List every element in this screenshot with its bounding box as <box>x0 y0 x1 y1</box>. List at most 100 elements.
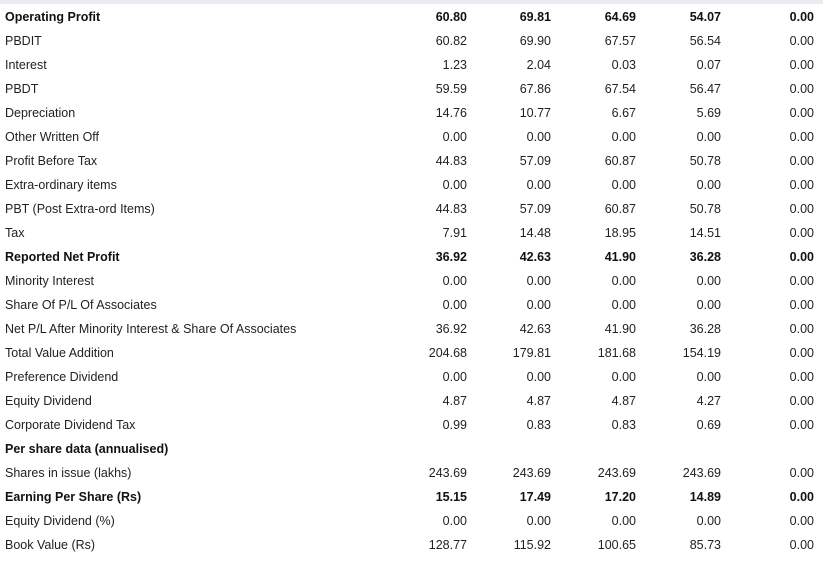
value-cell-4: 0.00 <box>696 130 721 144</box>
value-cell-2: 57.09 <box>519 202 551 216</box>
value-cell-3: 60.87 <box>604 154 636 168</box>
value-cell-5: 0.00 <box>789 178 814 192</box>
value-cell-1: 0.00 <box>442 274 467 288</box>
value-cell-2: 243.69 <box>512 466 551 480</box>
value-cell-2: 57.09 <box>519 154 551 168</box>
value-cell-2: 115.92 <box>513 538 551 552</box>
value-cell-4: 0.00 <box>696 514 721 528</box>
value-cell-3: 0.00 <box>611 130 636 144</box>
value-cell-1: 0.00 <box>442 370 467 384</box>
value-cell-2: 0.00 <box>526 370 551 384</box>
value-cell-5: 0.00 <box>789 202 814 216</box>
value-cell-5: 0.00 <box>789 418 814 432</box>
row-label: Book Value (Rs) <box>5 538 96 552</box>
value-cell-5 <box>721 437 814 461</box>
value-cell-4: 154.19 <box>682 346 721 360</box>
value-cell-2: 67.86 <box>519 82 551 96</box>
table-row: Preference Dividend 0.00 0.00 0.00 0.00 0.00 <box>0 365 814 389</box>
value-cell-4: 56.54 <box>689 34 721 48</box>
table-row: Total Value Addition 204.68 179.81 181.68 15… <box>0 341 814 365</box>
table-row: Minority Interest 0.00 0.00 0.00 0.00 0.00 <box>0 269 814 293</box>
table-row: Reported Net Profit 36.92 42.63 41.90 36.28 0… <box>0 245 814 269</box>
value-cell-3 <box>551 437 636 461</box>
value-cell-5: 0.00 <box>789 298 814 312</box>
value-cell-2: 42.63 <box>519 322 551 336</box>
value-cell-3: 0.83 <box>611 418 636 432</box>
value-cell-4: 0.00 <box>696 370 721 384</box>
top-divider-bar <box>0 0 823 4</box>
value-cell-1 <box>385 437 467 461</box>
table-row: Tax 7.91 14.48 18.95 14.51 0.00 <box>0 221 814 245</box>
value-cell-5: 0.00 <box>789 34 814 48</box>
value-cell-5: 0.00 <box>789 514 814 528</box>
value-cell-3: 41.90 <box>604 322 636 336</box>
table-body: Operating Profit 60.80 69.81 64.69 54.07 0.00… <box>0 5 814 557</box>
value-cell-5: 0.00 <box>789 274 814 288</box>
value-cell-1: 0.00 <box>442 178 467 192</box>
value-cell-4: 0.00 <box>696 298 721 312</box>
value-cell-3: 67.57 <box>604 34 636 48</box>
value-cell-5: 0.00 <box>789 466 814 480</box>
value-cell-3: 60.87 <box>604 202 636 216</box>
value-cell-4: 36.28 <box>689 250 721 264</box>
value-cell-4: 4.27 <box>696 394 721 408</box>
value-cell-4: 56.47 <box>689 82 721 96</box>
table-row: Book Value (Rs) 128.77 115.92 100.65 85.73 0.… <box>0 533 814 557</box>
value-cell-4: 36.28 <box>689 322 721 336</box>
row-label: Profit Before Tax <box>5 154 98 168</box>
value-cell-4: 14.89 <box>689 490 721 504</box>
table-row: Interest 1.23 2.04 0.03 0.07 0.00 <box>0 53 814 77</box>
value-cell-2: 179.81 <box>512 346 551 360</box>
value-cell-1: 0.00 <box>442 514 467 528</box>
value-cell-1: 60.80 <box>435 10 467 24</box>
value-cell-4: 85.73 <box>689 538 721 552</box>
table-row: PBT (Post Extra-ord Items) 44.83 57.09 60.8… <box>0 197 814 221</box>
row-label: Equity Dividend <box>5 394 92 408</box>
value-cell-2: 10.77 <box>519 106 551 120</box>
value-cell-5: 0.00 <box>789 370 814 384</box>
value-cell-5: 0.00 <box>789 226 814 240</box>
row-label: PBDT <box>5 82 39 96</box>
value-cell-3: 41.90 <box>604 250 636 264</box>
value-cell-1: 44.83 <box>435 154 467 168</box>
value-cell-3: 0.00 <box>611 514 636 528</box>
row-label: Interest <box>5 58 47 72</box>
row-label: Net P/L After Minority Interest & Share … <box>5 322 297 336</box>
value-cell-1: 0.00 <box>442 130 467 144</box>
value-cell-4: 0.07 <box>696 58 721 72</box>
value-cell-5: 0.00 <box>789 106 814 120</box>
value-cell-5: 0.00 <box>789 82 814 96</box>
value-cell-4: 243.69 <box>682 466 721 480</box>
row-label: Preference Dividend <box>5 370 119 384</box>
value-cell-1: 1.23 <box>442 58 467 72</box>
table-row: PBDT 59.59 67.86 67.54 56.47 0.00 <box>0 77 814 101</box>
value-cell-3: 0.00 <box>611 178 636 192</box>
value-cell-3: 18.95 <box>604 226 636 240</box>
value-cell-5: 0.00 <box>789 346 814 360</box>
value-cell-2 <box>467 437 551 461</box>
table-row: Shares in issue (lakhs) 243.69 243.69 243.6… <box>0 461 814 485</box>
value-cell-1: 7.91 <box>442 226 467 240</box>
table-row: Profit Before Tax 44.83 57.09 60.87 50.78 0.0… <box>0 149 814 173</box>
row-label: Minority Interest <box>5 274 94 288</box>
value-cell-3: 181.68 <box>597 346 636 360</box>
value-cell-5: 0.00 <box>789 250 814 264</box>
value-cell-5: 0.00 <box>789 10 814 24</box>
value-cell-5: 0.00 <box>789 154 814 168</box>
table-row: Depreciation 14.76 10.77 6.67 5.69 0.00 <box>0 101 814 125</box>
value-cell-4: 0.00 <box>696 274 721 288</box>
table-row: Net P/L After Minority Interest & Share … <box>0 317 814 341</box>
value-cell-1: 128.77 <box>428 538 467 552</box>
value-cell-5: 0.00 <box>789 394 814 408</box>
value-cell-1: 0.00 <box>442 298 467 312</box>
value-cell-3: 0.00 <box>611 370 636 384</box>
row-label: Other Written Off <box>5 130 100 144</box>
value-cell-1: 60.82 <box>435 34 467 48</box>
value-cell-1: 36.92 <box>435 250 467 264</box>
value-cell-4: 0.00 <box>696 178 721 192</box>
row-label: PBT (Post Extra-ord Items) <box>5 202 155 216</box>
value-cell-2: 0.00 <box>526 130 551 144</box>
value-cell-2: 2.04 <box>526 58 551 72</box>
value-cell-2: 14.48 <box>519 226 551 240</box>
value-cell-3: 64.69 <box>604 10 636 24</box>
